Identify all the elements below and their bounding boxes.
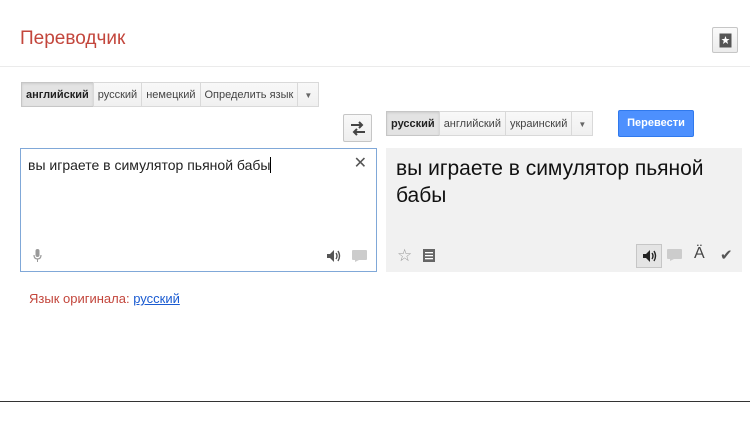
detected-language-link[interactable]: русский <box>133 291 180 306</box>
source-speaker-icon[interactable] <box>326 249 342 263</box>
check-icon[interactable]: ✔ <box>720 246 733 264</box>
microphone-icon[interactable] <box>33 249 42 263</box>
transliteration-icon[interactable]: Ä <box>694 245 705 263</box>
list-icon[interactable] <box>423 249 435 262</box>
feedback-icon[interactable] <box>667 249 682 261</box>
target-speaker-icon <box>643 250 657 262</box>
keyboard-icon[interactable] <box>352 250 367 262</box>
app-title: Переводчик <box>20 28 126 49</box>
swap-languages-button[interactable] <box>343 114 372 142</box>
source-lang-russian[interactable]: русский <box>92 82 143 107</box>
clear-icon[interactable]: ✕ <box>354 153 367 173</box>
translation-text: вы играете в симулятор пьяной бабы <box>396 157 704 207</box>
target-lang-russian[interactable]: русский <box>386 111 440 136</box>
translate-button[interactable]: Перевести <box>618 110 694 137</box>
source-lang-german[interactable]: немецкий <box>141 82 201 107</box>
phrasebook-star-icon <box>719 33 732 48</box>
target-lang-bar: русский английский украинский ▼ <box>386 111 594 136</box>
target-lang-english[interactable]: английский <box>438 111 506 136</box>
star-icon[interactable]: ☆ <box>397 246 412 266</box>
detected-language: Язык оригинала: русский <box>29 291 180 306</box>
target-lang-ukrainian[interactable]: украинский <box>504 111 573 136</box>
source-text[interactable]: вы играете в симулятор пьяной бабы <box>28 157 272 173</box>
translation-output: вы играете в симулятор пьяной бабы ☆ Ä ✔ <box>386 148 742 272</box>
source-lang-english[interactable]: английский <box>21 82 94 107</box>
source-lang-detect[interactable]: Определить язык <box>199 82 299 107</box>
phrasebook-button[interactable] <box>712 27 738 53</box>
source-textarea[interactable]: вы играете в симулятор пьяной бабы ✕ <box>20 148 377 272</box>
target-speaker-button[interactable] <box>636 244 662 268</box>
source-lang-bar: английский русский немецкий Определить я… <box>21 82 320 107</box>
footer-divider <box>0 401 750 402</box>
header-divider <box>0 66 750 67</box>
source-lang-dropdown[interactable]: ▼ <box>297 82 320 107</box>
swap-arrows-icon <box>351 121 365 136</box>
target-lang-dropdown[interactable]: ▼ <box>571 111 594 136</box>
